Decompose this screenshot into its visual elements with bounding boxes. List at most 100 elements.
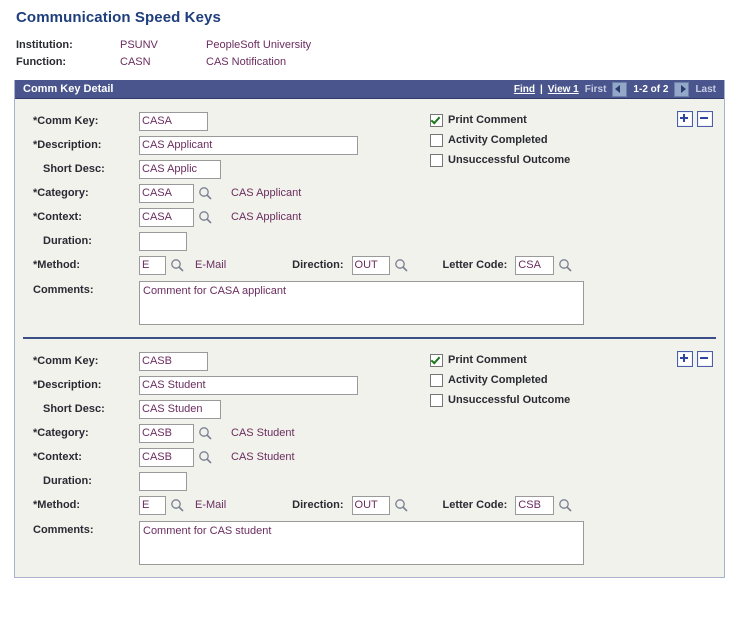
print-comment-checkbox[interactable]: [430, 353, 443, 367]
short-desc-input[interactable]: [139, 159, 221, 179]
category-label: *Category:: [33, 427, 89, 439]
comm-key-detail-groupbox: Comm Key Detail Find | View 1 First 1-2 …: [14, 80, 725, 578]
context-description: CAS Student: [231, 451, 295, 463]
comm-key-label: *Comm Key:: [33, 115, 99, 127]
comments-field-row: Comments: Comment for CASA applicant: [15, 281, 724, 325]
unsuccessful-outcome-checkbox[interactable]: [430, 153, 443, 167]
short-desc-input[interactable]: [139, 399, 221, 419]
letter-code-label: Letter Code:: [442, 259, 508, 271]
delete-row-button[interactable]: [697, 351, 713, 367]
view-all-link[interactable]: View 1: [548, 81, 579, 98]
letter-code-label: Letter Code:: [442, 499, 508, 511]
grid-navigation: Find | View 1 First 1-2 of 2 Last: [514, 81, 717, 98]
activity-completed-checkbox[interactable]: [430, 133, 443, 147]
search-icon[interactable]: [558, 498, 573, 513]
method-input[interactable]: [139, 255, 166, 275]
comments-textarea[interactable]: Comment for CASA applicant: [139, 281, 584, 325]
page-title: Communication Speed Keys: [16, 9, 221, 26]
last-label[interactable]: Last: [694, 81, 717, 98]
short-desc-field-row: Short Desc:: [15, 397, 724, 421]
duration-input[interactable]: [139, 471, 187, 491]
groupbox-title: Comm Key Detail: [23, 83, 114, 95]
unsuccessful-outcome-label: Unsuccessful Outcome: [448, 154, 571, 166]
first-label[interactable]: First: [584, 81, 608, 98]
short-desc-field-row: Short Desc:: [15, 157, 724, 181]
context-description: CAS Applicant: [231, 211, 302, 223]
comm-key-row: Print Comment Activity Completed Unsucce…: [15, 339, 724, 577]
description-input[interactable]: [139, 135, 358, 155]
method-field-row: *Method: E-Mail Direction: Letter Code:: [15, 493, 724, 517]
method-description: E-Mail: [195, 499, 227, 511]
add-row-button[interactable]: [677, 351, 693, 367]
delete-row-button[interactable]: [697, 111, 713, 127]
search-icon[interactable]: [198, 186, 213, 201]
method-description: E-Mail: [195, 259, 227, 271]
print-comment-checkbox-row: Print Comment: [430, 351, 570, 369]
unsuccessful-outcome-checkbox-row: Unsuccessful Outcome: [430, 391, 570, 409]
print-comment-label: Print Comment: [448, 354, 527, 366]
category-field-row: *Category: CAS Applicant: [15, 181, 724, 205]
duration-label: Duration:: [43, 235, 92, 247]
activity-completed-checkbox[interactable]: [430, 373, 443, 387]
row-checkbox-group: Print Comment Activity Completed Unsucce…: [430, 351, 570, 411]
right-arrow-icon[interactable]: [674, 82, 690, 97]
search-icon[interactable]: [394, 258, 409, 273]
search-icon[interactable]: [394, 498, 409, 513]
direction-input[interactable]: [351, 255, 390, 275]
activity-completed-checkbox-row: Activity Completed: [430, 371, 570, 389]
duration-field-row: Duration:: [15, 229, 724, 253]
letter-code-input[interactable]: [515, 255, 555, 275]
search-icon[interactable]: [198, 426, 213, 441]
comm-key-field-row: *Comm Key:: [15, 349, 724, 373]
function-description: CAS Notification: [206, 56, 287, 68]
comments-label: Comments:: [33, 284, 94, 296]
left-arrow-icon[interactable]: [612, 82, 628, 97]
add-row-button[interactable]: [677, 111, 693, 127]
search-icon[interactable]: [198, 450, 213, 465]
short-desc-label: Short Desc:: [43, 163, 105, 175]
search-icon[interactable]: [558, 258, 573, 273]
search-icon[interactable]: [170, 258, 185, 273]
comm-key-input[interactable]: [139, 111, 208, 131]
print-comment-checkbox[interactable]: [430, 113, 443, 127]
category-description: CAS Applicant: [231, 187, 302, 199]
category-field-row: *Category: CAS Student: [15, 421, 724, 445]
unsuccessful-outcome-label: Unsuccessful Outcome: [448, 394, 571, 406]
context-input[interactable]: [139, 207, 194, 227]
method-label: *Method:: [33, 259, 81, 271]
category-description: CAS Student: [231, 427, 295, 439]
context-input[interactable]: [139, 447, 194, 467]
description-input[interactable]: [139, 375, 358, 395]
search-icon[interactable]: [198, 210, 213, 225]
search-icon[interactable]: [170, 498, 185, 513]
category-label: *Category:: [33, 187, 89, 199]
direction-input[interactable]: [351, 495, 390, 515]
function-code: CASN: [120, 56, 151, 68]
row-checkbox-group: Print Comment Activity Completed Unsucce…: [430, 111, 570, 171]
institution-label: Institution:: [16, 39, 73, 51]
key-field-row-function: Function: CASN CAS Notification: [16, 55, 311, 72]
unsuccessful-outcome-checkbox[interactable]: [430, 393, 443, 407]
category-input[interactable]: [139, 423, 194, 443]
letter-code-input[interactable]: [515, 495, 555, 515]
find-link[interactable]: Find: [514, 81, 535, 98]
duration-input[interactable]: [139, 231, 187, 251]
method-input[interactable]: [139, 495, 166, 515]
comm-key-input[interactable]: [139, 351, 208, 371]
comm-key-label: *Comm Key:: [33, 355, 99, 367]
description-field-row: *Description:: [15, 133, 724, 157]
comm-key-row: Print Comment Activity Completed Unsucce…: [15, 99, 724, 337]
key-field-row-institution: Institution: PSUNV PeopleSoft University: [16, 38, 311, 55]
activity-completed-label: Activity Completed: [448, 134, 548, 146]
row-action-buttons: [677, 111, 713, 127]
print-comment-label: Print Comment: [448, 114, 527, 126]
direction-label: Direction:: [292, 499, 344, 511]
context-field-row: *Context: CAS Student: [15, 445, 724, 469]
comments-textarea[interactable]: Comment for CAS student: [139, 521, 584, 565]
category-input[interactable]: [139, 183, 194, 203]
duration-label: Duration:: [43, 475, 92, 487]
context-label: *Context:: [33, 211, 82, 223]
comm-key-field-row: *Comm Key:: [15, 109, 724, 133]
description-label: *Description:: [33, 379, 102, 391]
institution-description: PeopleSoft University: [206, 39, 312, 51]
